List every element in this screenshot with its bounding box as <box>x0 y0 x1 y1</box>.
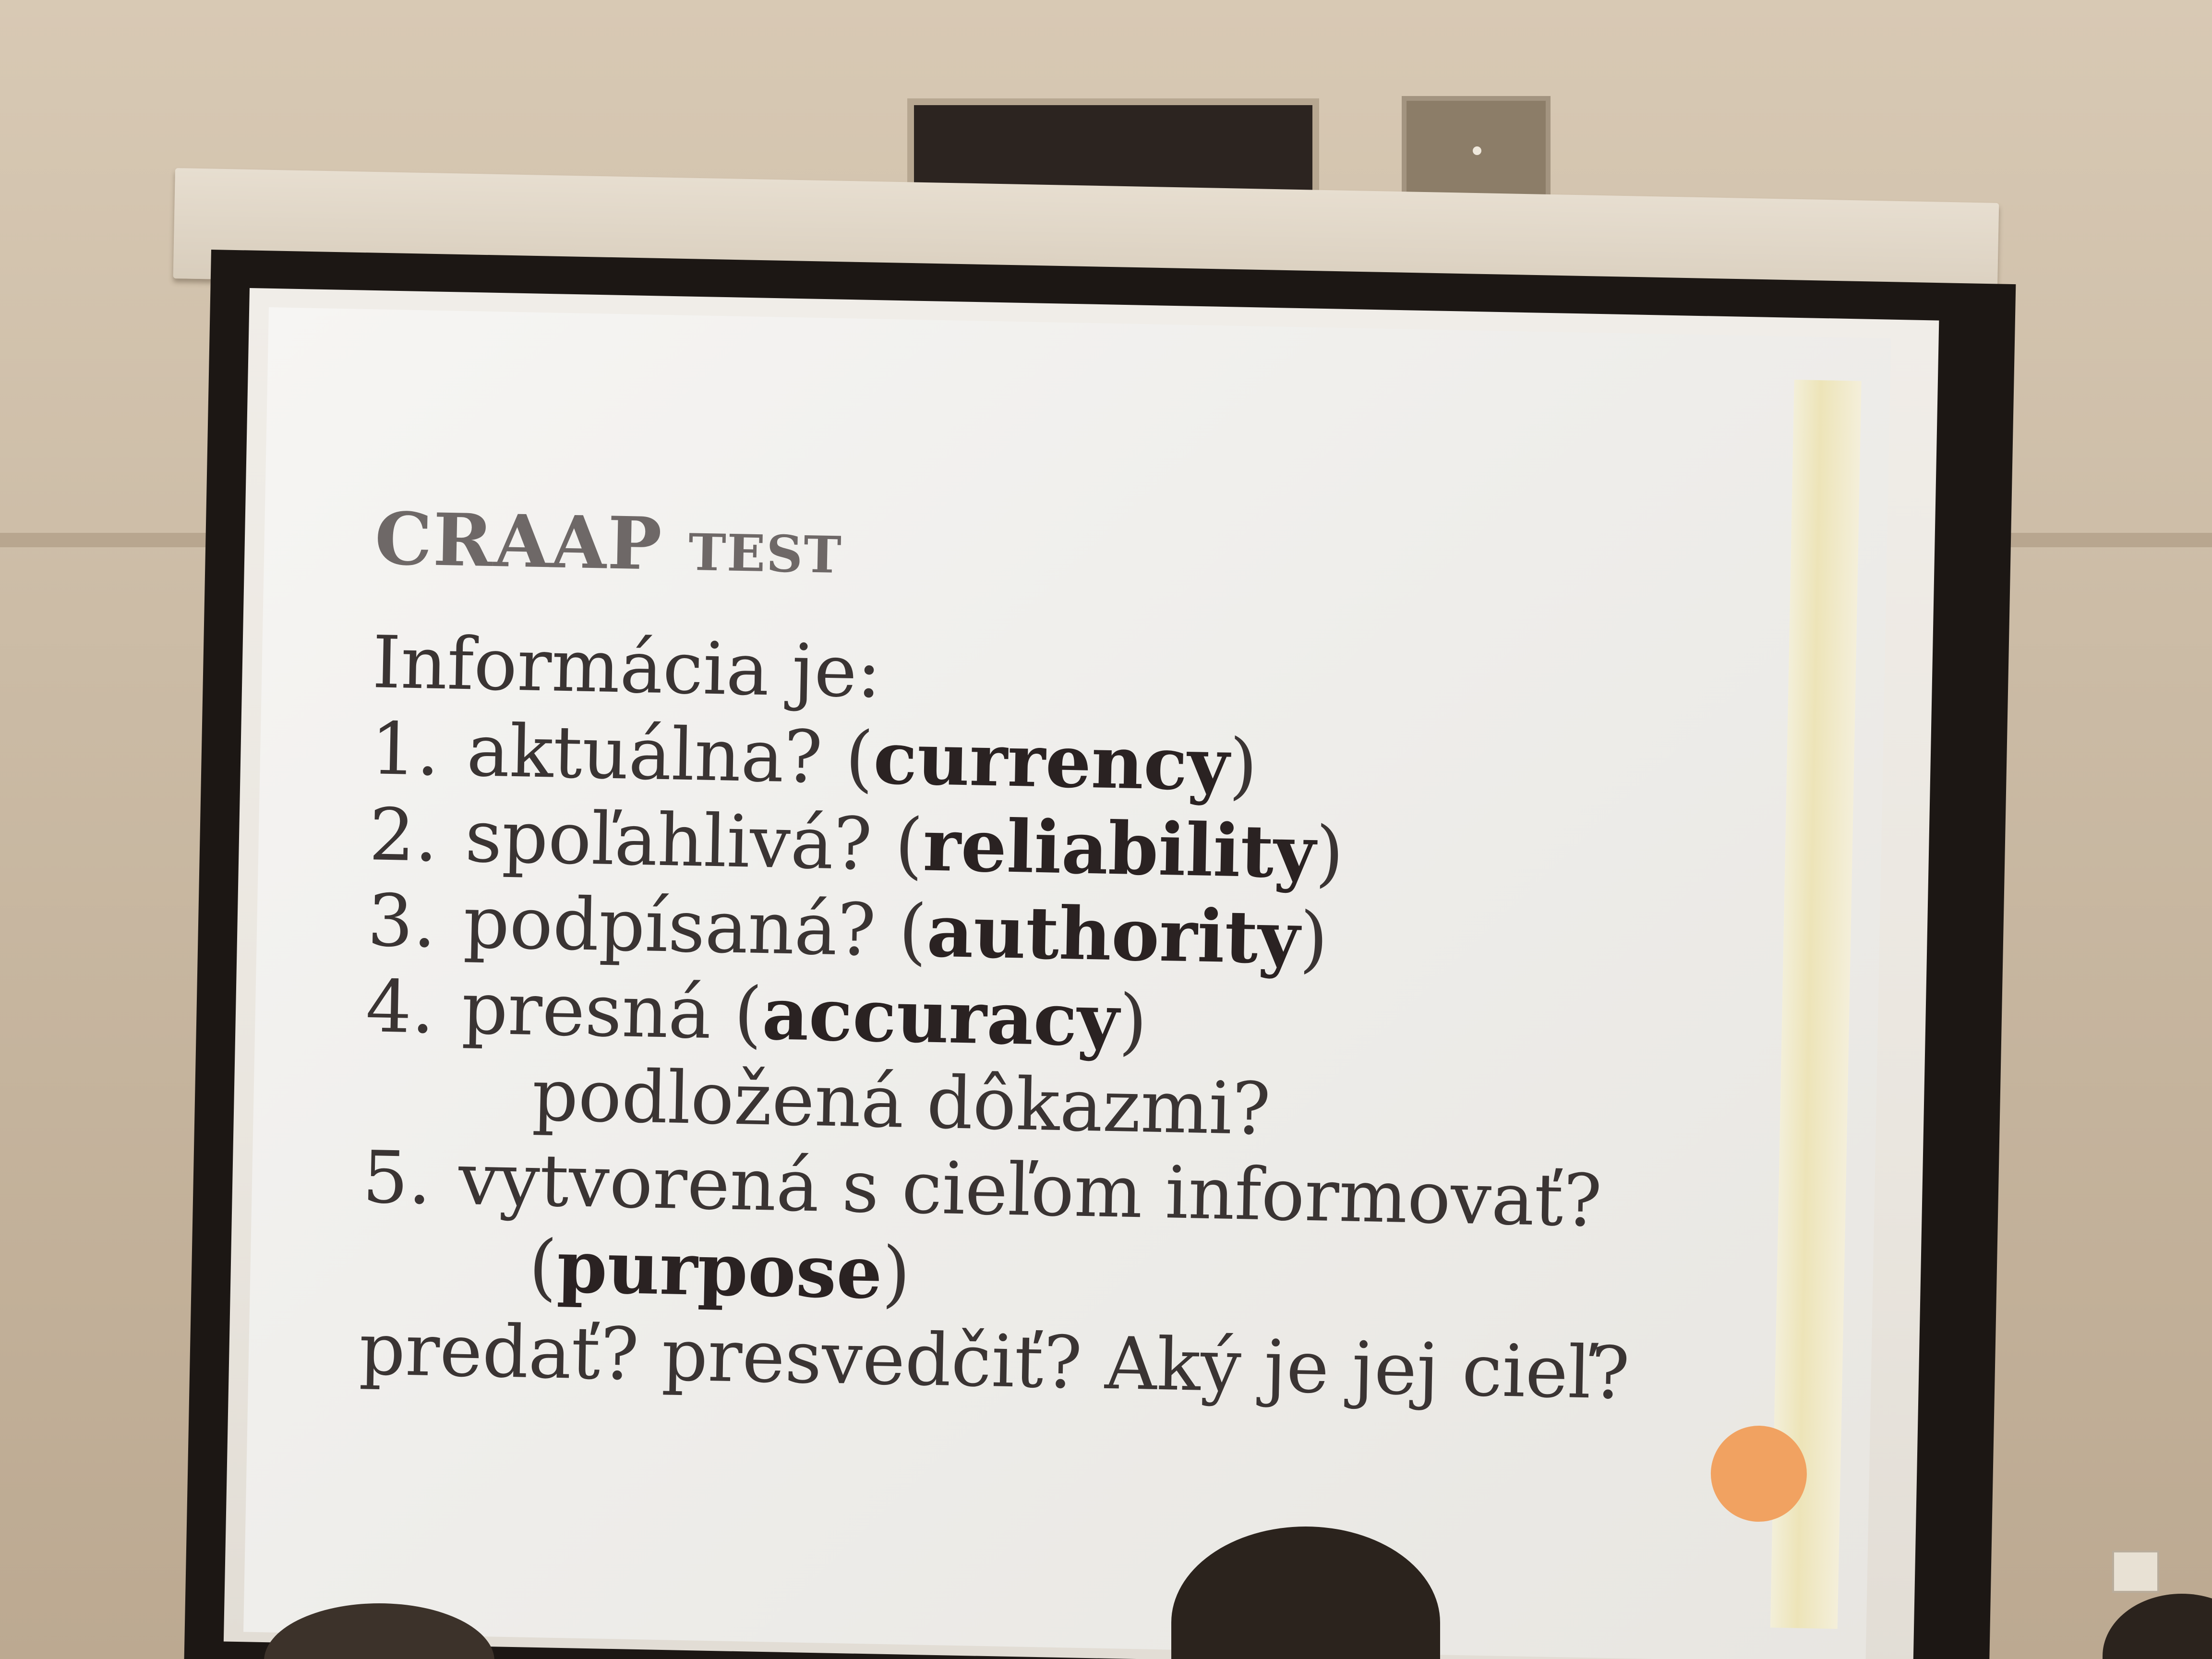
list-number: 1. <box>370 707 441 792</box>
item-text: spoľahlivá? ( <box>464 795 924 888</box>
slide-content: CRAAP TEST Informácia je: 1. aktuálna? (c… <box>359 496 1767 1419</box>
item-text: podpísaná? ( <box>462 881 928 974</box>
audience-head-right <box>2103 1594 2212 1659</box>
title-main: CRAAP <box>374 496 663 587</box>
item-close: ) <box>881 1231 912 1316</box>
photo-scene: CRAAP TEST Informácia je: 1. aktuálna? (c… <box>0 0 2212 1659</box>
item-close: ) <box>1228 723 1258 808</box>
list-number: 5. <box>361 1136 432 1221</box>
item-keyword: currency <box>872 716 1230 807</box>
list-number: 2. <box>368 793 439 878</box>
item-close: ) <box>1118 979 1148 1064</box>
item-keyword: purpose <box>556 1224 883 1315</box>
list-number: 3. <box>366 879 437 964</box>
projected-slide: CRAAP TEST Informácia je: 1. aktuálna? (c… <box>243 307 1891 1659</box>
item-close: ) <box>1298 897 1329 981</box>
speaker-led <box>1473 146 1481 155</box>
item-close: ) <box>1314 811 1345 896</box>
item-text: aktuálna? ( <box>466 709 875 801</box>
item-keyword: authority <box>926 889 1301 981</box>
item-keyword: accuracy <box>761 972 1120 1063</box>
item-text: presná ( <box>461 967 763 1056</box>
item-open: ( <box>528 1225 558 1309</box>
item-keyword: reliability <box>922 803 1317 895</box>
wall-outlet <box>2112 1551 2159 1593</box>
list-number: 4. <box>365 965 435 1050</box>
slide-title: CRAAP TEST <box>374 496 1767 608</box>
title-small: TEST <box>688 522 843 585</box>
